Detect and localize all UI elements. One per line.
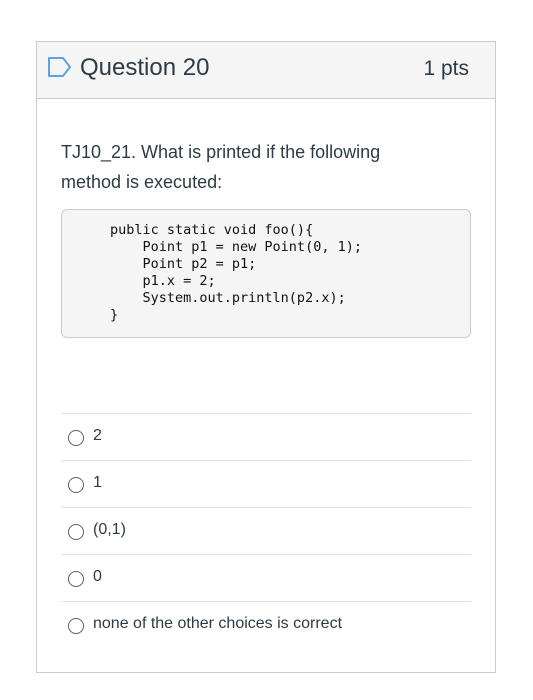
answer-label[interactable]: none of the other choices is correct	[93, 615, 342, 633]
answer-option[interactable]: none of the other choices is correct	[61, 601, 471, 648]
question-title: Question 20	[80, 54, 210, 81]
answer-option[interactable]: 2	[61, 413, 471, 460]
answer-label[interactable]: 1	[93, 474, 102, 492]
radio-button[interactable]	[68, 524, 84, 540]
answer-label[interactable]: 0	[93, 568, 102, 586]
radio-button[interactable]	[68, 571, 84, 587]
answer-list: 2 1 (0,1) 0 none of the other choices is…	[61, 413, 471, 648]
code-block: public static void foo(){ Point p1 = new…	[61, 209, 471, 338]
question-points: 1 pts	[423, 57, 469, 80]
radio-button[interactable]	[68, 477, 84, 493]
bookmark-flag-icon[interactable]	[47, 56, 73, 78]
question-text: TJ10_21. What is printed if the followin…	[61, 142, 381, 192]
question-card: Question 20 1 pts TJ10_21. What is print…	[36, 41, 496, 673]
code-snippet: public static void foo(){ Point p1 = new…	[110, 222, 362, 323]
radio-button[interactable]	[68, 618, 84, 634]
answer-option[interactable]: (0,1)	[61, 507, 471, 554]
answer-option[interactable]: 1	[61, 460, 471, 507]
answer-option[interactable]: 0	[61, 554, 471, 601]
radio-button[interactable]	[68, 430, 84, 446]
answer-label[interactable]: 2	[93, 427, 102, 445]
answer-label[interactable]: (0,1)	[93, 521, 126, 539]
question-header: Question 20 1 pts	[37, 42, 495, 99]
